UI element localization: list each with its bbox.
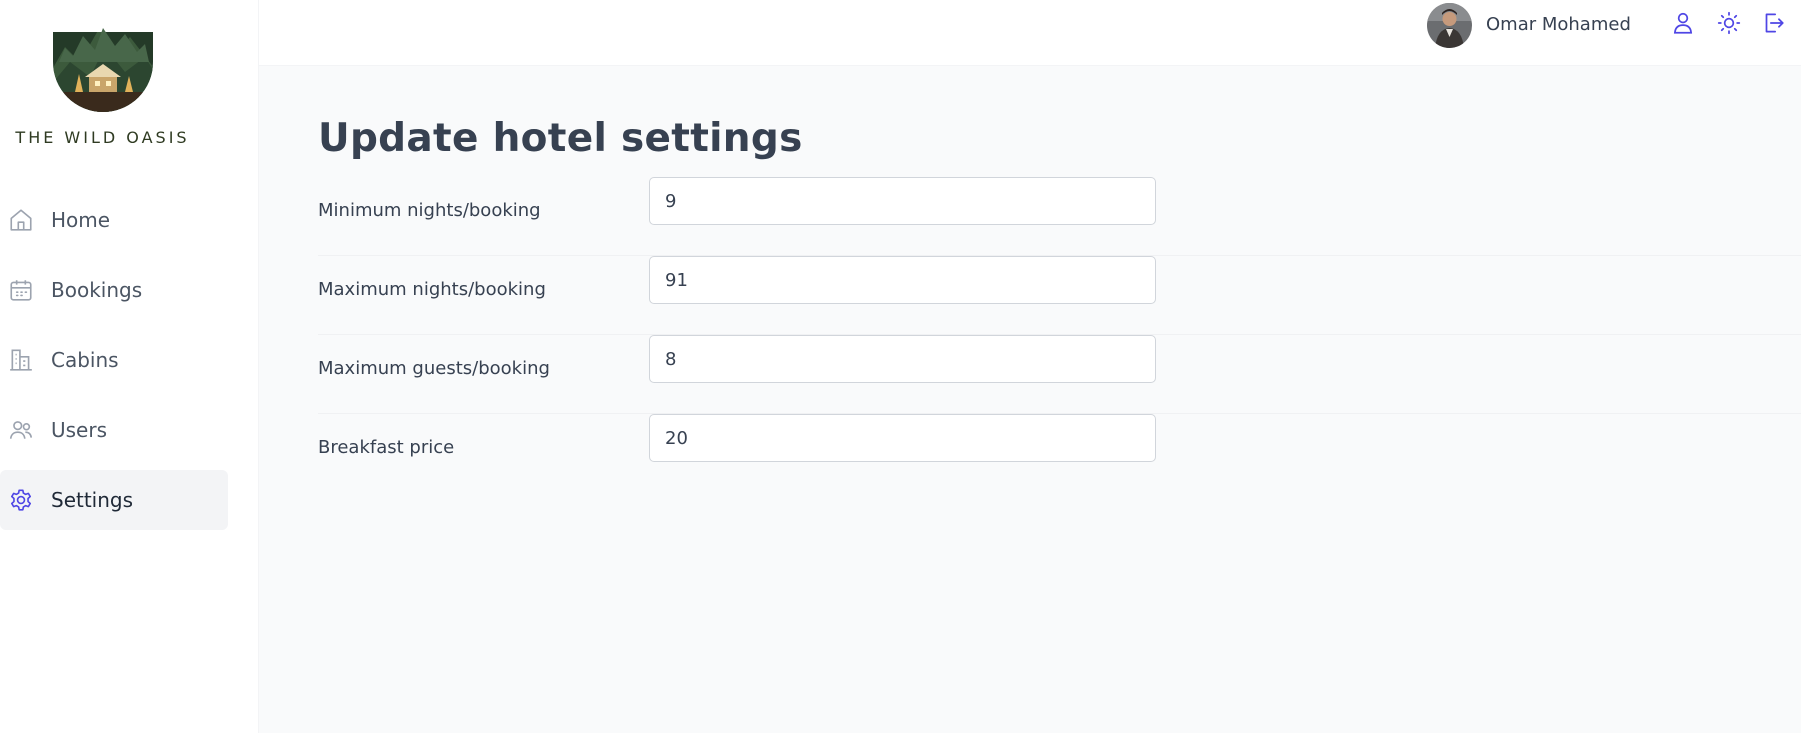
- theme-toggle-button[interactable]: [1715, 11, 1743, 39]
- sidebar-item-users[interactable]: Users: [0, 400, 228, 460]
- page-title: Update hotel settings: [318, 116, 803, 161]
- sidebar-item-settings[interactable]: Settings: [0, 470, 228, 530]
- logout-button[interactable]: [1759, 11, 1787, 39]
- account-button[interactable]: [1669, 11, 1697, 39]
- user-icon: [1670, 10, 1696, 40]
- sidebar-item-bookings[interactable]: Bookings: [0, 260, 228, 320]
- gear-icon: [8, 487, 34, 513]
- buildings-icon: [8, 347, 34, 373]
- logo: THE WILD OASIS: [0, 22, 205, 147]
- sidebar-item-cabins[interactable]: Cabins: [0, 330, 228, 390]
- sidebar-item-home[interactable]: Home: [0, 190, 228, 250]
- sidebar-item-label: Users: [51, 418, 108, 442]
- max-guests-input[interactable]: [649, 335, 1156, 383]
- breakfast-price-label: Breakfast price: [318, 437, 455, 458]
- sidebar-item-label: Home: [51, 208, 111, 232]
- sun-icon: [1716, 10, 1742, 40]
- user-name: Omar Mohamed: [1486, 14, 1631, 35]
- sidebar-item-label: Settings: [51, 488, 134, 512]
- calendar-icon: [8, 277, 34, 303]
- sidebar-item-label: Cabins: [51, 348, 119, 372]
- max-nights-input[interactable]: [649, 256, 1156, 304]
- breakfast-price-input[interactable]: [649, 414, 1156, 462]
- min-nights-input[interactable]: [649, 177, 1156, 225]
- logo-image: [52, 28, 153, 112]
- brand-name: THE WILD OASIS: [15, 128, 190, 147]
- main-content: Update hotel settings Minimum nights/boo…: [259, 66, 1801, 733]
- sidebar: THE WILD OASIS Home Bookings Cabins User…: [0, 0, 259, 733]
- home-icon: [8, 207, 34, 233]
- avatar[interactable]: [1427, 3, 1472, 48]
- max-nights-label: Maximum nights/booking: [318, 279, 546, 300]
- form-row-max-guests: Maximum guests/booking: [318, 335, 1801, 414]
- min-nights-label: Minimum nights/booking: [318, 200, 541, 221]
- sidebar-item-label: Bookings: [51, 278, 143, 302]
- main-nav: Home Bookings Cabins Users Settings: [0, 190, 228, 540]
- users-icon: [8, 417, 34, 443]
- top-header: Omar Mohamed: [259, 0, 1801, 66]
- settings-form: Minimum nights/booking Maximum nights/bo…: [318, 177, 1801, 493]
- form-row-breakfast-price: Breakfast price: [318, 414, 1801, 493]
- logout-icon: [1760, 10, 1786, 40]
- form-row-max-nights: Maximum nights/booking: [318, 256, 1801, 335]
- form-row-min-nights: Minimum nights/booking: [318, 177, 1801, 256]
- max-guests-label: Maximum guests/booking: [318, 358, 550, 379]
